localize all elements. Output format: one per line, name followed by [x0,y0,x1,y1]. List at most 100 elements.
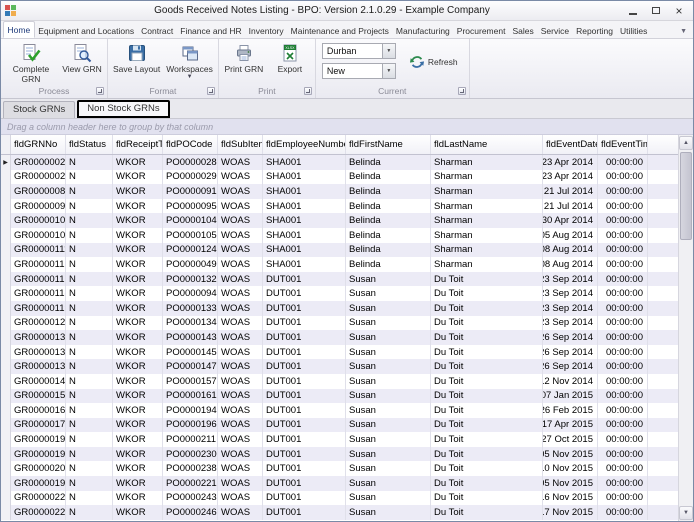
column-header-fldlastname[interactable]: fldLastName [431,135,543,154]
table-row[interactable]: GR00000224NWKORPO0000243WOASDUT001SusanD… [1,491,678,506]
grid-cell: 00:00:00 [598,345,648,360]
table-row[interactable]: GR00000148NWKORPO0000157WOASDUT001SusanD… [1,374,678,389]
table-row[interactable]: GR00000119NWKORPO0000133WOASDUT001SusanD… [1,301,678,316]
grid-cell: Du Toit [431,447,543,462]
column-header-fldemployeenumber[interactable]: fldEmployeeNumber [263,135,346,154]
grid-cell: GR00000167 [11,403,66,418]
table-row[interactable]: GR00000118NWKORPO0000094WOASDUT001SusanD… [1,286,678,301]
table-row[interactable]: GR00000121NWKORPO0000134WOASDUT001SusanD… [1,316,678,331]
view-grn-button[interactable]: View GRN [59,40,105,75]
scroll-up-icon: ▲ [683,140,689,146]
current-dialog-launcher-icon[interactable] [458,87,466,95]
ribbon-tab-maintenance-and-projects[interactable]: Maintenance and Projects [287,23,392,38]
print-dialog-launcher-icon[interactable] [304,87,312,95]
table-row[interactable]: GR00000192NWKORPO0000211WOASDUT001SusanD… [1,432,678,447]
grid-cell: Du Toit [431,418,543,433]
grid-cell: SHA001 [263,170,346,185]
table-row[interactable]: ▶GR00000026NWKORPO0000028WOASSHA001Belin… [1,155,678,170]
table-row[interactable]: GR00000151NWKORPO0000161WOASDUT001SusanD… [1,389,678,404]
ribbon-tab-service[interactable]: Service [537,23,572,38]
print-grn-button[interactable]: Print GRN [221,40,267,75]
table-row[interactable]: GR00000117NWKORPO0000132WOASDUT001SusanD… [1,272,678,287]
grid-cell: WKOR [113,403,163,418]
vertical-scrollbar[interactable]: ▲ ▼ [678,135,693,521]
ribbon-tab-reporting[interactable]: Reporting [573,23,617,38]
table-row[interactable]: GR00000111NWKORPO0000124WOASSHA001Belind… [1,243,678,258]
grid-cell: WOAS [218,184,263,199]
column-header-fldeventdate[interactable]: fldEventDate [543,135,598,154]
scroll-down-button[interactable]: ▼ [679,506,693,520]
column-header-fldsubitem[interactable]: fldSubItem... [218,135,263,154]
workspaces-button[interactable]: Workspaces ▼ [163,40,216,81]
ribbon-tab-manufacturing[interactable]: Manufacturing [392,23,453,38]
column-header-fldstatus[interactable]: fldStatus [66,135,113,154]
scroll-track[interactable] [679,151,693,505]
table-row[interactable]: GR00000226NWKORPO0000246WOASDUT001SusanD… [1,505,678,520]
group-by-panel[interactable]: Drag a column header here to group by th… [1,119,693,135]
table-row[interactable]: GR00000100NWKORPO0000104WOASSHA001Belind… [1,213,678,228]
grid-cell: 00:00:00 [598,228,648,243]
format-dialog-launcher-icon[interactable] [207,87,215,95]
row-filler [648,345,678,360]
ribbon-tab-utilities[interactable]: Utilities [616,23,650,38]
row-indicator [1,359,11,374]
table-row[interactable]: GR00000167NWKORPO0000194WOASDUT001SusanD… [1,403,678,418]
maximize-button[interactable] [646,3,666,18]
column-header-fldeventtime[interactable]: fldEventTime [598,135,648,154]
grid-cell: Susan [346,447,431,462]
ribbon-tab-home[interactable]: Home [3,21,35,38]
ribbon-tab-finance-and-hr[interactable]: Finance and HR [177,23,245,38]
view-tab-stock-grns[interactable]: Stock GRNs [3,101,75,118]
close-button[interactable]: × [669,3,689,18]
table-row[interactable]: GR00000134NWKORPO0000147WOASDUT001SusanD… [1,359,678,374]
row-filler [648,199,678,214]
row-indicator [1,461,11,476]
table-row[interactable]: GR00000027NWKORPO0000029WOASSHA001Belind… [1,170,678,185]
view-tab-non-stock-grns[interactable]: Non Stock GRNs [77,100,169,118]
ribbon-overflow-chevron-icon[interactable]: ▼ [680,28,691,38]
scroll-up-button[interactable]: ▲ [679,136,693,150]
table-row[interactable]: GR00000130NWKORPO0000143WOASDUT001SusanD… [1,330,678,345]
site-dropdown[interactable]: Durban ▼ [322,43,396,59]
complete-grn-icon [21,43,41,63]
table-row[interactable]: GR00000093NWKORPO0000095WOASSHA001Belind… [1,199,678,214]
export-button[interactable]: XLSX Export [267,40,313,75]
grid-cell: WOAS [218,316,263,331]
grid-cell: 23 Apr 2014 [543,170,598,185]
table-row[interactable]: GR00000088NWKORPO0000091WOASSHA001Belind… [1,184,678,199]
table-row[interactable]: GR00000197NWKORPO0000230WOASDUT001SusanD… [1,447,678,462]
grid-cell: DUT001 [263,447,346,462]
grid-cell: WKOR [113,301,163,316]
table-row[interactable]: GR00000133NWKORPO0000145WOASDUT001SusanD… [1,345,678,360]
grid-cell: Susan [346,301,431,316]
row-filler [648,228,678,243]
workspaces-label: Workspaces [166,64,213,74]
table-row[interactable]: GR00000112NWKORPO0000049WOASSHA001Belind… [1,257,678,272]
refresh-button[interactable]: Refresh [404,51,463,73]
minimize-button[interactable] [623,3,643,18]
ribbon-tab-contract[interactable]: Contract [138,23,177,38]
ribbon-tab-sales[interactable]: Sales [509,23,537,38]
process-dialog-launcher-icon[interactable] [96,87,104,95]
scroll-thumb[interactable] [680,152,692,240]
column-header-fldpocode[interactable]: fldPOCode [163,135,218,154]
table-row[interactable]: GR00000174NWKORPO0000196WOASDUT001SusanD… [1,418,678,433]
grid-cell: 00:00:00 [598,243,648,258]
ribbon-tab-procurement[interactable]: Procurement [453,23,509,38]
table-row[interactable]: GR00000198NWKORPO0000221WOASDUT001SusanD… [1,476,678,491]
group-by-hint: Drag a column header here to group by th… [7,122,213,132]
ribbon-tab-equipment-and-locations[interactable]: Equipment and Locations [35,23,138,38]
table-row[interactable]: GR00000101NWKORPO0000105WOASSHA001Belind… [1,228,678,243]
status-dropdown[interactable]: New ▼ [322,63,396,79]
column-header-fldfirstname[interactable]: fldFirstName [346,135,431,154]
complete-grn-button[interactable]: Complete GRN [3,40,59,85]
grid-cell: 05 Nov 2015 [543,447,598,462]
column-header-fldreceiptt[interactable]: fldReceiptT... [113,135,163,154]
row-indicator [1,447,11,462]
grid-cell: Belinda [346,213,431,228]
ribbon-tab-inventory[interactable]: Inventory [245,23,287,38]
save-layout-button[interactable]: Save Layout [110,40,163,75]
table-row[interactable]: GR00000202NWKORPO0000238WOASDUT001SusanD… [1,461,678,476]
column-header-fldgrnno[interactable]: fldGRNNo [11,135,66,154]
grid-cell: WOAS [218,272,263,287]
